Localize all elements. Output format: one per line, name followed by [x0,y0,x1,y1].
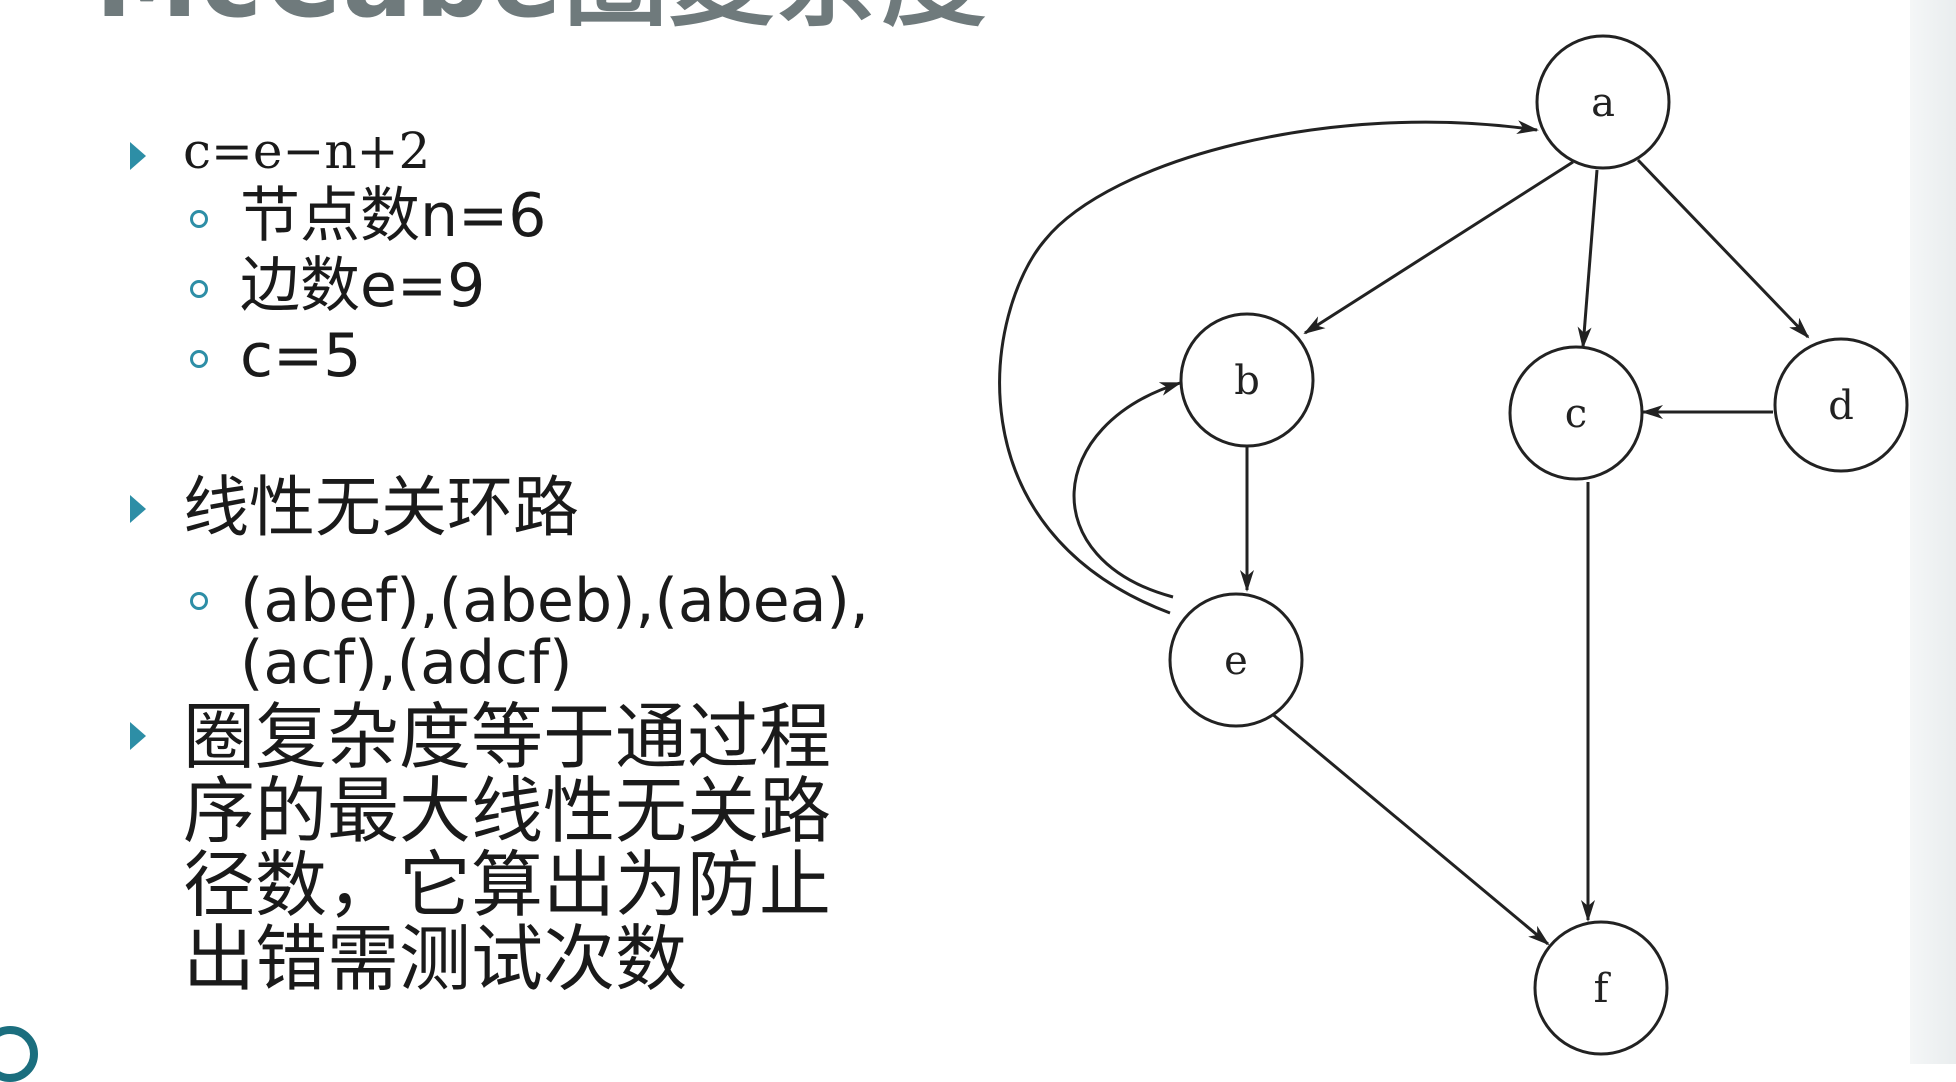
node-label-e: e [1224,638,1248,684]
edge-e-b [1072,381,1182,599]
graph-node-e: e [1168,592,1304,728]
edge-e-f [1270,711,1550,946]
node-label-d: d [1828,383,1854,429]
edge-a-c [1577,169,1599,349]
graph-node-d: d [1773,337,1909,473]
graph-node-a: a [1535,34,1671,170]
control-flow-graph: a b c d e f [998,34,1909,1056]
graph-node-f: f [1533,920,1669,1056]
edge-a-d [1636,158,1810,339]
graph-node-c: c [1508,345,1644,481]
edge-a-b [1303,160,1574,335]
node-label-b: b [1234,358,1260,404]
graph-node-b: b [1179,312,1315,448]
node-label-a: a [1591,80,1615,126]
node-label-c: c [1565,391,1587,437]
